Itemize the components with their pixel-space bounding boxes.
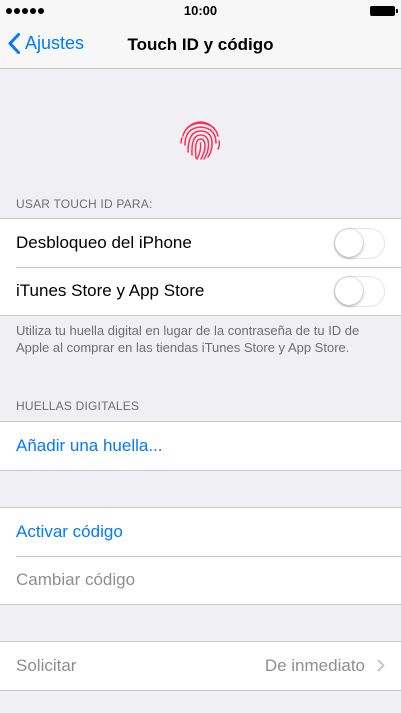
unlock-iphone-label: Desbloqueo del iPhone (16, 233, 192, 252)
section-header-fingerprints: HUELLAS DIGITALES (16, 399, 140, 413)
itunes-app-store-label: iTunes Store y App Store (16, 281, 205, 300)
add-fingerprint-label[interactable]: Añadir una huella... (16, 436, 163, 456)
change-passcode-label: Cambiar código (16, 570, 136, 589)
status-bar: 10:00 (0, 0, 401, 22)
touch-id-group: Desbloqueo del iPhone iTunes Store y App… (0, 218, 401, 316)
passcode-group: Activar código Cambiar código (0, 507, 401, 605)
toggle-knob (335, 277, 363, 305)
activate-passcode-label[interactable]: Activar código (16, 522, 123, 542)
require-passcode-value: De inmediato (264, 656, 365, 675)
toggle-knob (335, 229, 363, 257)
require-passcode-row: Solicitar De inmediato (0, 642, 401, 690)
unlock-iphone-row: Desbloqueo del iPhone (0, 219, 401, 267)
itunes-app-store-toggle[interactable] (334, 276, 385, 307)
battery-icon (370, 6, 398, 16)
activate-passcode-row[interactable]: Activar código (0, 508, 401, 556)
unlock-iphone-toggle[interactable] (334, 228, 385, 259)
chevron-right-icon (377, 659, 385, 672)
fingerprint-icon (180, 121, 221, 160)
itunes-app-store-row: iTunes Store y App Store (0, 267, 401, 315)
require-passcode-group: Solicitar De inmediato (0, 641, 401, 691)
page-title: Touch ID y código (127, 35, 274, 54)
add-fingerprint-row[interactable]: Añadir una huella... (0, 422, 401, 470)
section-header-touch-id: USAR TOUCH ID PARA: (16, 197, 153, 211)
require-passcode-label: Solicitar (16, 656, 77, 675)
fingerprints-group: Añadir una huella... (0, 421, 401, 471)
navigation-bar: Ajustes Touch ID y código (0, 22, 401, 69)
change-passcode-row: Cambiar código (0, 556, 401, 604)
status-time: 10:00 (183, 3, 218, 18)
touch-id-footer-text: Utiliza tu huella digital en lugar de la… (16, 323, 360, 355)
